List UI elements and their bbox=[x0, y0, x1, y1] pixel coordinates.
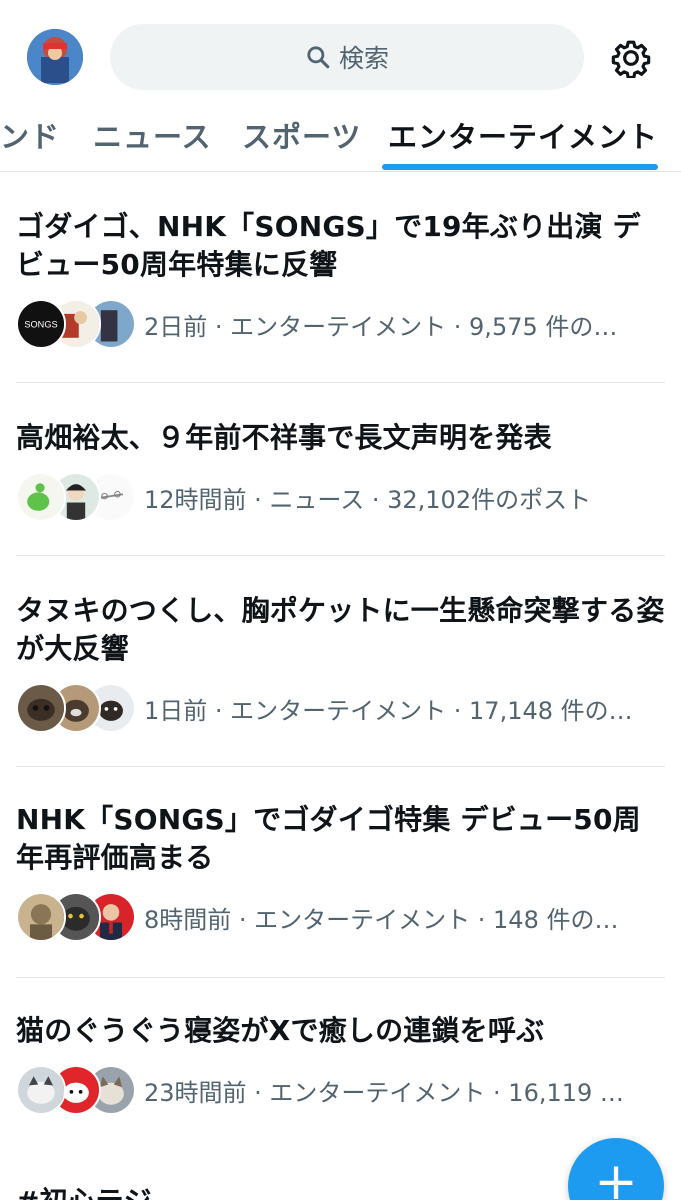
tab-entertainment[interactable]: エンターテイメント bbox=[388, 114, 658, 156]
explore-screen: 検索 ンド ニュース スポーツ エンターテイメント ゴダイゴ、NHK「SONGS… bbox=[0, 0, 681, 1200]
trend-item[interactable]: 猫のぐうぐう寝姿がXで癒しの連鎖を呼ぶ 23時間前 · エンターテイメント · … bbox=[0, 978, 681, 1150]
trend-title: NHK「SONGS」でゴダイゴ特集 デビュー50周年再評価高まる bbox=[16, 803, 641, 874]
trend-item[interactable]: NHK「SONGS」でゴダイゴ特集 デビュー50周年再評価高まる 8時間前 · … bbox=[0, 767, 681, 978]
avatar bbox=[16, 472, 66, 522]
avatar-stack: SONGS bbox=[16, 299, 136, 349]
trend-title: 猫のぐうぐう寝姿がXで癒しの連鎖を呼ぶ bbox=[16, 1014, 545, 1047]
next-trend-title-partial[interactable]: #初心テジ bbox=[16, 1180, 151, 1200]
profile-avatar[interactable] bbox=[27, 29, 83, 85]
trend-title: タヌキのつくし、胸ポケットに一生懸命突撃する姿が大反響 bbox=[16, 594, 665, 665]
settings-gear-icon[interactable] bbox=[611, 38, 651, 78]
avatar-stack bbox=[16, 1065, 136, 1115]
avatar-stack bbox=[16, 892, 136, 942]
trend-meta: 1日前 · エンターテイメント · 17,148 件の… bbox=[144, 696, 633, 725]
trend-meta: 8時間前 · エンターテイメント · 148 件の… bbox=[144, 905, 619, 934]
trend-meta: 23時間前 · エンターテイメント · 16,119 … bbox=[144, 1078, 624, 1107]
trend-title: ゴダイゴ、NHK「SONGS」で19年ぶり出演 デビュー50周年特集に反響 bbox=[16, 210, 641, 281]
tab-news[interactable]: ニュース bbox=[93, 114, 212, 156]
avatar-badge-text: SONGS bbox=[24, 320, 57, 330]
avatar-stack bbox=[16, 472, 136, 522]
avatar-stack bbox=[16, 683, 136, 733]
trend-item[interactable]: タヌキのつくし、胸ポケットに一生懸命突撃する姿が大反響 1日前 · エンターテイ… bbox=[0, 556, 681, 767]
avatar: SONGS bbox=[16, 299, 66, 349]
trend-feed: ゴダイゴ、NHK「SONGS」で19年ぶり出演 デビュー50周年特集に反響 SO… bbox=[0, 172, 681, 1150]
active-tab-indicator bbox=[382, 164, 658, 170]
avatar bbox=[16, 683, 66, 733]
trend-item[interactable]: 高畑裕太、９年前不祥事で長文声明を発表 12時間前 · ニュース · 32,10… bbox=[0, 383, 681, 556]
avatar bbox=[16, 1065, 66, 1115]
tab-sports[interactable]: スポーツ bbox=[242, 114, 361, 156]
avatar bbox=[16, 892, 66, 942]
search-icon bbox=[307, 46, 330, 69]
trend-title: 高畑裕太、９年前不祥事で長文声明を発表 bbox=[16, 421, 552, 454]
plus-icon: + bbox=[594, 1152, 638, 1200]
trend-meta: 12時間前 · ニュース · 32,102件のポスト bbox=[144, 485, 592, 514]
search-bar[interactable]: 検索 bbox=[110, 24, 584, 90]
top-header: 検索 bbox=[0, 0, 681, 110]
trend-item[interactable]: ゴダイゴ、NHK「SONGS」で19年ぶり出演 デビュー50周年特集に反響 SO… bbox=[0, 172, 681, 383]
search-placeholder: 検索 bbox=[338, 44, 389, 73]
trend-meta: 2日前 · エンターテイメント · 9,575 件の… bbox=[144, 312, 618, 341]
explore-tabs: ンド ニュース スポーツ エンターテイメント bbox=[0, 100, 681, 172]
tab-trend[interactable]: ンド bbox=[0, 114, 60, 156]
